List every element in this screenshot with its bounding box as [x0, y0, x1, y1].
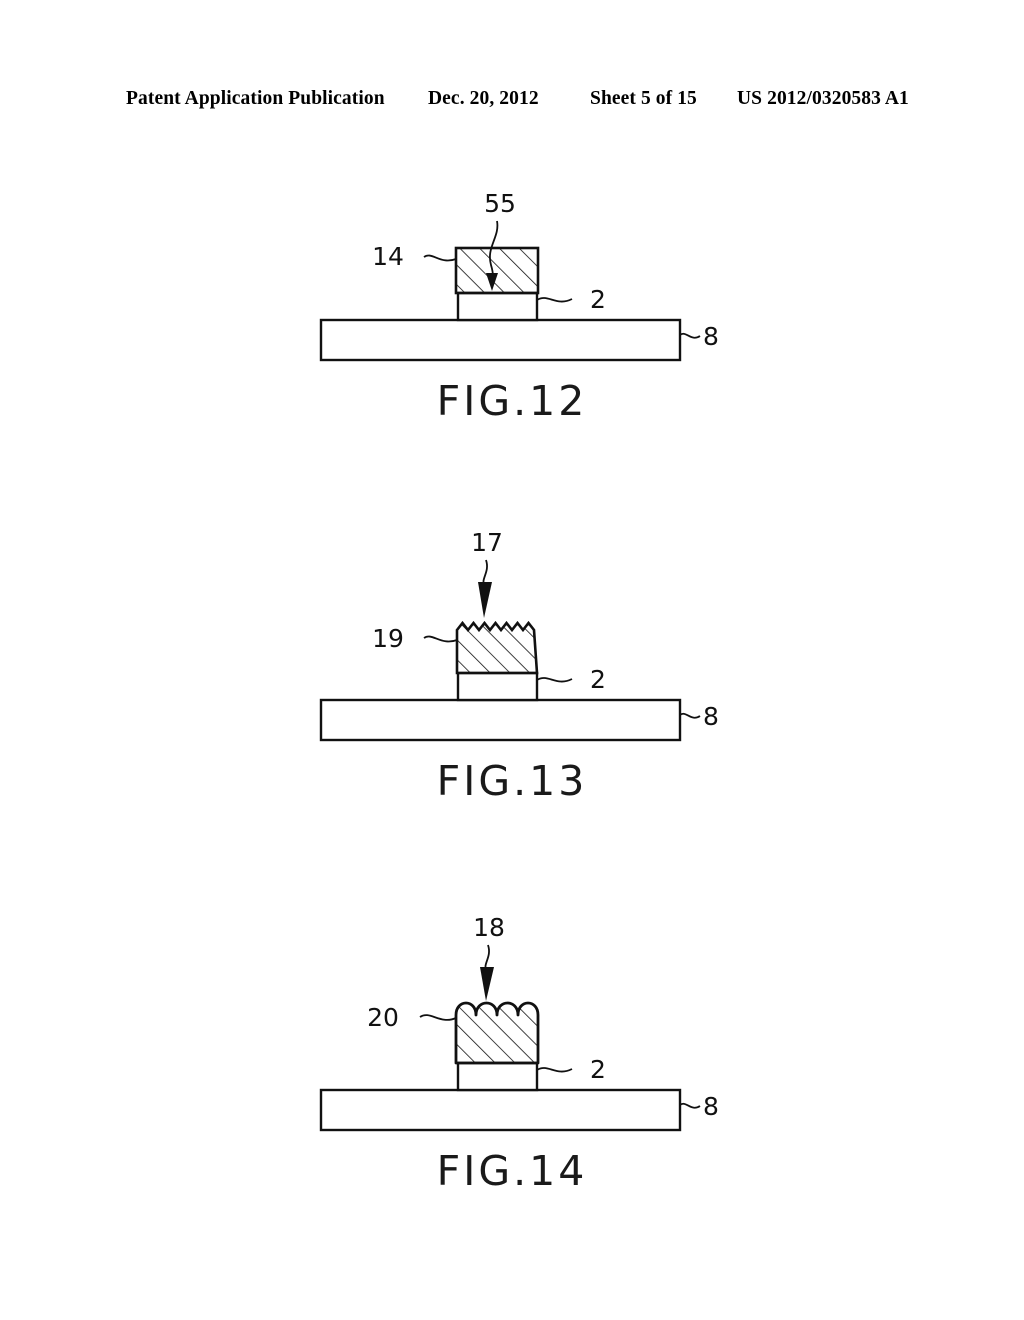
figure-12-caption: FIG.12: [436, 377, 588, 425]
middle-layer-2: [456, 291, 539, 322]
figure-14: 20 18 2 8 FIG.14: [0, 905, 1024, 1195]
publication-date: Dec. 20, 2012: [428, 88, 539, 109]
hatched-layer-14: [454, 246, 540, 295]
publication-title: Patent Application Publication: [126, 88, 385, 109]
hatched-layer-20: [454, 1001, 540, 1065]
label-20-text: 20: [367, 1003, 399, 1032]
figure-13-caption: FIG.13: [436, 757, 588, 805]
patent-page: Patent Application Publication Dec. 20, …: [0, 0, 1024, 1320]
leader-line-8: [679, 712, 701, 719]
leader-line-14: [423, 254, 457, 262]
publication-number: US 2012/0320583 A1: [737, 88, 909, 109]
figure-14-caption: FIG.14: [436, 1147, 588, 1195]
leader-line-2: [536, 1067, 573, 1073]
label-2-text: 2: [590, 665, 606, 694]
leader-line-20: [419, 1014, 457, 1021]
arrowhead-18: [480, 967, 494, 1001]
label-2-text: 2: [590, 1055, 606, 1084]
figure-13: 19 17 2 8 FIG.13: [0, 520, 1024, 805]
leader-line-8: [679, 1102, 701, 1109]
label-2-text: 2: [590, 285, 606, 314]
figure-12-drawing: 14 55 2 8: [319, 189, 719, 362]
label-8-text: 8: [703, 702, 719, 731]
substrate-8: [319, 318, 682, 362]
label-17-text: 17: [471, 528, 503, 557]
label-8-text: 8: [703, 1092, 719, 1121]
label-19-text: 19: [372, 624, 404, 653]
figure-14-drawing: 20 18 2 8: [319, 913, 719, 1132]
leader-line-2: [536, 677, 573, 683]
label-14-text: 14: [372, 242, 404, 271]
leader-line-8: [679, 332, 701, 339]
figure-12: 14 55 2 8 FIG.12: [0, 185, 1024, 425]
label-55-text: 55: [484, 189, 516, 218]
substrate-8: [319, 698, 682, 742]
figure-13-drawing: 19 17 2 8: [319, 528, 719, 742]
page-header: Patent Application Publication Dec. 20, …: [0, 88, 1024, 114]
sheet-number: Sheet 5 of 15: [590, 88, 697, 109]
hatched-layer-19: [455, 620, 539, 675]
substrate-8: [319, 1088, 682, 1132]
label-18-text: 18: [473, 913, 505, 942]
middle-layer-2: [456, 671, 539, 702]
label-8-text: 8: [703, 322, 719, 351]
leader-line-19: [423, 635, 458, 643]
arrowhead-17: [478, 582, 492, 618]
leader-line-2: [536, 297, 573, 303]
middle-layer-2: [456, 1061, 539, 1092]
